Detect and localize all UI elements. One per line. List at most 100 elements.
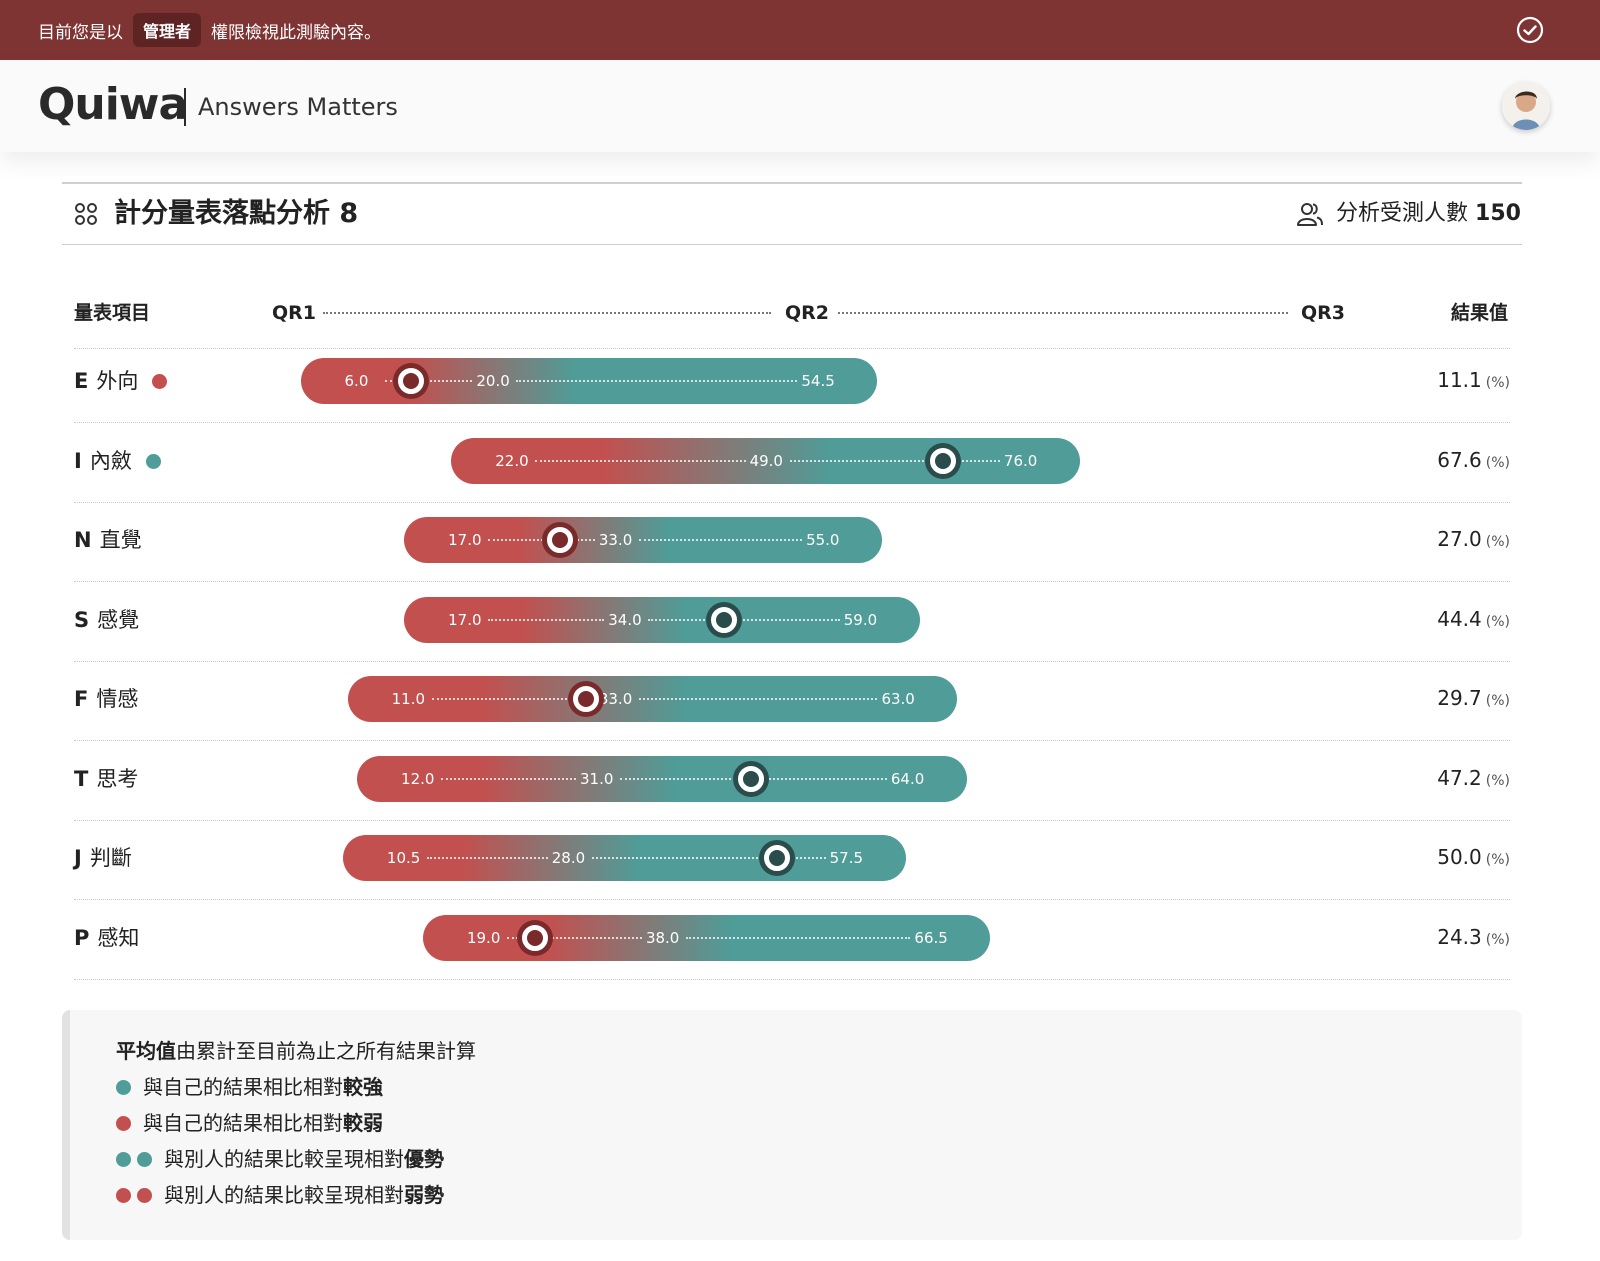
qr2-qr3-divider — [838, 312, 1288, 314]
result-marker[interactable] — [929, 448, 956, 474]
column-header-result: 結果值 — [1451, 302, 1509, 324]
legend-item: 與別人的結果比較呈現相對優勢 — [116, 1144, 444, 1174]
result-number: 47.2 — [1437, 766, 1482, 790]
result-marker[interactable] — [572, 686, 599, 712]
result-number: 24.3 — [1437, 925, 1482, 949]
qr3-value: 54.5 — [801, 372, 835, 390]
row-divider — [74, 581, 1510, 582]
bar-dotted-segment — [431, 698, 595, 700]
qr2-value: 49.0 — [749, 452, 783, 470]
scale-code: P — [74, 926, 90, 950]
qr1-value: 19.0 — [466, 929, 501, 947]
result-number: 44.4 — [1437, 607, 1482, 631]
row-divider — [74, 422, 1510, 423]
admin-banner: 目前您是以 管理者 權限檢視此測驗內容。 — [0, 0, 1600, 60]
legend-text-plain: 與別人的結果比較呈現相對 — [164, 1147, 404, 1171]
row-divider — [74, 661, 1510, 662]
scale-label: I 內斂 — [74, 446, 161, 476]
scale-name: 直覺 — [99, 528, 142, 552]
column-header-qr2: QR2 — [785, 302, 830, 324]
qr1-qr2-divider — [323, 312, 771, 314]
result-number: 11.1 — [1437, 368, 1482, 392]
legend-text-plain: 與自己的結果相比相對 — [143, 1111, 343, 1135]
bar-dotted-segment — [535, 460, 746, 462]
header-divider — [74, 348, 1510, 349]
qr3-value: 66.5 — [914, 929, 948, 947]
bar-dotted-segment — [516, 380, 798, 382]
result-unit: (%) — [1485, 614, 1510, 630]
result-marker[interactable] — [763, 845, 790, 871]
red-dot-icon — [116, 1115, 131, 1131]
result-value: 29.7 (%) — [1380, 686, 1510, 710]
scale-code: I — [74, 449, 82, 473]
qr3-value: 64.0 — [890, 770, 925, 788]
scale-code: E — [74, 369, 89, 393]
qr3-value: 59.0 — [843, 611, 878, 629]
range-bar: 11.0 33.0 63.0 — [347, 676, 958, 722]
legend-title: 平均值由累計至目前為止之所有結果計算 — [116, 1036, 476, 1066]
qr2-value: 28.0 — [551, 849, 586, 867]
scale-name: 感知 — [97, 926, 140, 950]
result-unit: (%) — [1485, 852, 1510, 868]
result-marker[interactable] — [397, 368, 424, 394]
qr1-value: 6.0 — [344, 372, 369, 390]
site-header: Quiwa Answers Matters — [0, 60, 1600, 152]
legend-text-bold: 較弱 — [343, 1111, 383, 1135]
scale-label: T 思考 — [74, 764, 138, 794]
scale-label: J 判斷 — [74, 843, 132, 873]
legend-item: 與自己的結果相比相對較弱 — [116, 1108, 383, 1138]
result-marker[interactable] — [711, 607, 738, 633]
result-unit: (%) — [1485, 375, 1510, 391]
qr3-value: 57.5 — [829, 849, 864, 867]
scale-label: E 外向 — [74, 366, 168, 396]
row-divider — [74, 820, 1510, 821]
bar-dotted-segment — [426, 857, 548, 859]
section-title: 計分量表落點分析 8 — [114, 198, 359, 229]
scale-name: 思考 — [96, 767, 139, 791]
result-marker[interactable] — [547, 527, 574, 553]
scale-label: F 情感 — [74, 684, 138, 714]
teal-dot-icon — [116, 1079, 131, 1095]
red-dot-icon — [137, 1187, 152, 1203]
result-value: 11.1 (%) — [1380, 368, 1510, 392]
result-unit: (%) — [1485, 455, 1510, 471]
user-avatar[interactable] — [1502, 82, 1550, 130]
result-number: 50.0 — [1437, 845, 1482, 869]
bar-dotted-segment — [638, 698, 878, 700]
scale-name: 情感 — [96, 687, 139, 711]
bar-dotted-segment — [441, 778, 576, 780]
scale-name: 內斂 — [89, 449, 132, 473]
qr1-value: 12.0 — [401, 770, 435, 788]
qr1-value: 10.5 — [386, 849, 421, 867]
qr1-value: 22.0 — [495, 452, 529, 470]
legend-text-bold: 較強 — [343, 1075, 383, 1099]
result-marker[interactable] — [737, 766, 764, 792]
column-header-qr3: QR3 — [1301, 302, 1346, 324]
bar-dotted-segment — [685, 937, 911, 939]
scale-code: J — [74, 846, 82, 870]
range-bar: 19.0 38.0 66.5 — [422, 915, 991, 961]
row-divider — [74, 740, 1510, 741]
avatar-image — [1502, 82, 1550, 130]
result-marker[interactable] — [521, 925, 548, 951]
quiwa-logo[interactable]: Quiwa — [38, 80, 188, 130]
legend-title-bold: 平均值 — [116, 1039, 176, 1063]
qr2-value: 38.0 — [645, 929, 680, 947]
column-header-qr1: QR1 — [272, 302, 317, 324]
legend-panel: 平均值由累計至目前為止之所有結果計算 與自己的結果相比相對較強與自己的結果相比相… — [62, 1010, 1522, 1240]
scale-code: T — [74, 767, 89, 791]
bar-dotted-segment — [789, 460, 1000, 462]
qr2-value: 33.0 — [598, 690, 633, 708]
row-divider — [74, 979, 1510, 980]
result-number: 27.0 — [1437, 527, 1482, 551]
check-circle-icon[interactable] — [1516, 16, 1544, 44]
qr1-value: 11.0 — [391, 690, 426, 708]
range-bar: 17.0 34.0 59.0 — [404, 597, 920, 643]
role-badge: 管理者 — [133, 13, 202, 47]
legend-item: 與別人的結果比較呈現相對弱勢 — [116, 1180, 444, 1210]
result-value: 50.0 (%) — [1380, 845, 1510, 869]
qr2-value: 33.0 — [598, 531, 633, 549]
scale-code: N — [74, 528, 92, 552]
bar-dotted-segment — [648, 619, 840, 621]
scale-name: 外向 — [96, 369, 139, 393]
